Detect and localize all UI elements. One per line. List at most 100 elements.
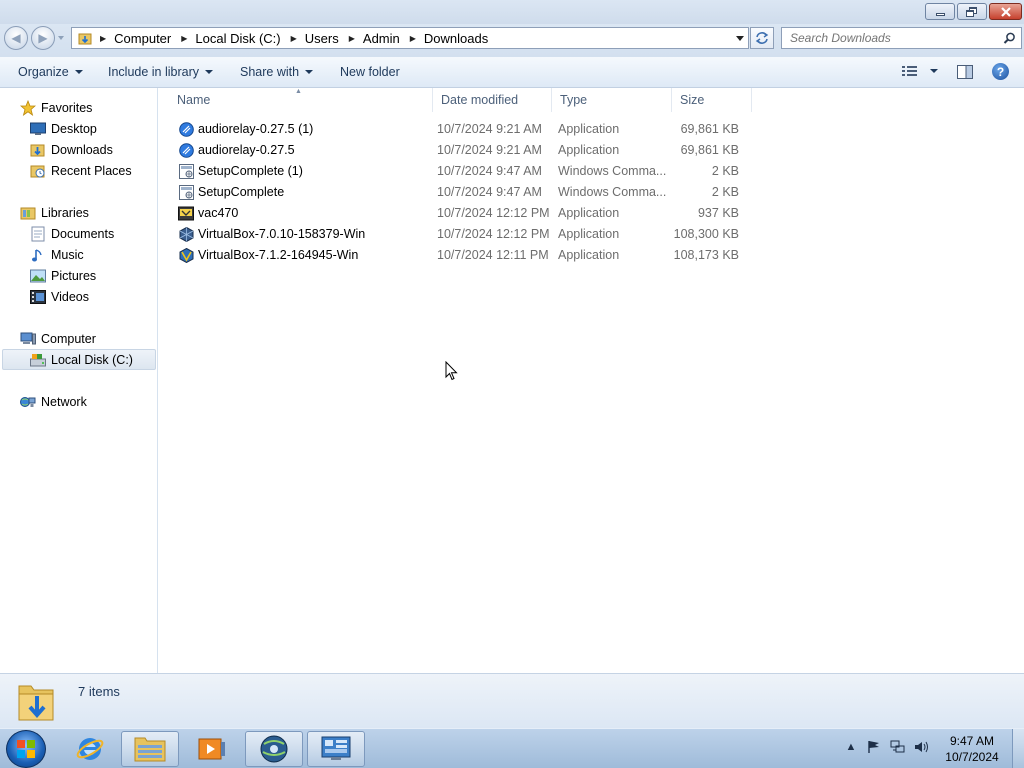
column-header-size[interactable]: Size: [672, 88, 752, 112]
breadcrumb-downloads[interactable]: Downloads: [424, 31, 488, 46]
close-button[interactable]: [989, 3, 1022, 20]
item-count: 7 items: [78, 684, 120, 699]
preview-pane-button[interactable]: [957, 65, 973, 79]
refresh-button[interactable]: [750, 27, 774, 49]
address-dropdown-icon[interactable]: [736, 36, 744, 41]
breadcrumb-users[interactable]: Users: [305, 31, 339, 46]
nav-local-disk[interactable]: Local Disk (C:): [2, 349, 156, 370]
file-row[interactable]: audiorelay-0.27.5 10/7/2024 9:21 AM Appl…: [174, 140, 754, 161]
maximize-button[interactable]: [957, 3, 987, 20]
file-row[interactable]: VirtualBox-7.1.2-164945-Win 10/7/2024 12…: [174, 245, 754, 266]
clock-date: 10/7/2024: [945, 750, 999, 764]
search-box[interactable]: [781, 27, 1022, 49]
file-size: 2 KB: [711, 185, 739, 199]
address-bar[interactable]: ▶ Computer ▶ Local Disk (C:) ▶ Users ▶ A…: [71, 27, 749, 49]
change-view-button[interactable]: [902, 65, 938, 77]
start-button[interactable]: [6, 730, 46, 768]
column-header-name[interactable]: Name ▲: [169, 88, 433, 112]
file-type: Application: [558, 143, 620, 157]
breadcrumb-local-disk[interactable]: Local Disk (C:): [195, 31, 280, 46]
internet-explorer-icon: [76, 738, 104, 760]
breadcrumb-admin[interactable]: Admin: [363, 31, 400, 46]
nav-network-label: Network: [41, 394, 87, 409]
file-size: 69,861 KB: [680, 122, 739, 136]
share-with-button[interactable]: Share with: [240, 65, 314, 79]
nav-music[interactable]: Music: [30, 244, 84, 265]
nav-videos[interactable]: Videos: [30, 286, 89, 307]
back-button[interactable]: ◀: [4, 26, 28, 50]
file-name: VirtualBox-7.1.2-164945-Win: [198, 248, 359, 262]
new-folder-button[interactable]: New folder: [340, 65, 400, 79]
recent-pages-button[interactable]: [58, 36, 64, 40]
organize-label: Organize: [18, 65, 69, 79]
show-desktop-button[interactable]: [1012, 729, 1024, 768]
minimize-button[interactable]: [925, 3, 955, 20]
include-in-library-button[interactable]: Include in library: [108, 65, 214, 79]
nav-recent-places-label: Recent Places: [51, 163, 132, 178]
help-button[interactable]: ?: [992, 63, 1009, 80]
show-hidden-icons-button[interactable]: ▲: [843, 739, 859, 755]
file-row[interactable]: vac470 10/7/2024 12:12 PM Application 93…: [174, 203, 754, 224]
dropdown-caret-icon: [305, 70, 314, 74]
nav-desktop[interactable]: Desktop: [30, 118, 97, 139]
network-tray-icon[interactable]: [890, 739, 906, 755]
breadcrumb-chevron-icon[interactable]: ▶: [291, 34, 297, 43]
nav-downloads[interactable]: Downloads: [30, 139, 113, 160]
windows-logo-icon: [17, 740, 35, 758]
search-icon[interactable]: [1003, 32, 1016, 45]
forward-arrow-icon: ▶: [38, 31, 48, 45]
breadcrumb-chevron-icon[interactable]: ▶: [410, 34, 416, 43]
nav-recent-places[interactable]: Recent Places: [30, 160, 132, 181]
file-row[interactable]: audiorelay-0.27.5 (1) 10/7/2024 9:21 AM …: [174, 119, 754, 140]
nav-favorites-label: Favorites: [41, 100, 93, 115]
documents-icon: [30, 226, 46, 242]
system-clock[interactable]: 9:47 AM 10/7/2024: [940, 733, 1004, 765]
breadcrumb-chevron-icon[interactable]: ▶: [349, 34, 355, 43]
forward-button[interactable]: ▶: [31, 26, 55, 50]
file-row[interactable]: SetupComplete 10/7/2024 9:47 AM Windows …: [174, 182, 754, 203]
breadcrumb-chevron-icon[interactable]: ▶: [181, 34, 187, 43]
nav-favorites[interactable]: Favorites: [20, 97, 92, 118]
taskbar-app-globe[interactable]: [245, 731, 303, 767]
action-center-flag-icon[interactable]: [866, 739, 882, 755]
breadcrumb-computer[interactable]: Computer: [114, 31, 171, 46]
pictures-icon: [30, 268, 46, 284]
nav-libraries[interactable]: Libraries: [20, 202, 89, 223]
nav-libraries-label: Libraries: [41, 205, 89, 220]
taskbar-media-player[interactable]: [192, 731, 232, 767]
nav-pictures-label: Pictures: [51, 268, 97, 283]
taskbar-internet-explorer[interactable]: [72, 731, 108, 767]
videos-icon: [30, 289, 46, 305]
file-list: Name ▲ Date modified Type Size audiorela…: [159, 88, 1024, 673]
share-with-label: Share with: [240, 65, 300, 79]
file-size: 108,300 KB: [673, 227, 739, 241]
file-date: 10/7/2024 12:12 PM: [437, 206, 550, 220]
file-size: 69,861 KB: [680, 143, 739, 157]
file-type: Windows Comma...: [558, 185, 667, 199]
nav-computer[interactable]: Computer: [20, 328, 96, 349]
file-name: SetupComplete: [198, 185, 285, 199]
nav-local-disk-label: Local Disk (C:): [51, 352, 133, 367]
restore-icon: [966, 6, 978, 17]
audiorelay-icon: [178, 121, 194, 137]
nav-network[interactable]: Network: [20, 391, 87, 412]
nav-pictures[interactable]: Pictures: [30, 265, 96, 286]
taskbar-app-control[interactable]: [307, 731, 365, 767]
search-input[interactable]: [790, 31, 1000, 45]
organize-button[interactable]: Organize: [18, 65, 83, 79]
audiorelay-icon: [178, 142, 194, 158]
nav-documents[interactable]: Documents: [30, 223, 114, 244]
breadcrumb-chevron-icon[interactable]: ▶: [100, 34, 106, 43]
batch-file-icon: [178, 163, 194, 179]
column-header-type[interactable]: Type: [552, 88, 672, 112]
column-header-date[interactable]: Date modified: [433, 88, 552, 112]
control-panel-icon: [321, 736, 351, 760]
recent-places-icon: [30, 163, 46, 179]
file-row[interactable]: VirtualBox-7.0.10-158379-Win 10/7/2024 1…: [174, 224, 754, 245]
file-row[interactable]: SetupComplete (1) 10/7/2024 9:47 AM Wind…: [174, 161, 754, 182]
volume-icon[interactable]: [914, 739, 930, 755]
file-type: Application: [558, 248, 620, 262]
sort-ascending-icon: ▲: [295, 88, 302, 95]
view-options-caret-icon[interactable]: [930, 69, 938, 73]
taskbar-windows-explorer[interactable]: [121, 731, 179, 767]
